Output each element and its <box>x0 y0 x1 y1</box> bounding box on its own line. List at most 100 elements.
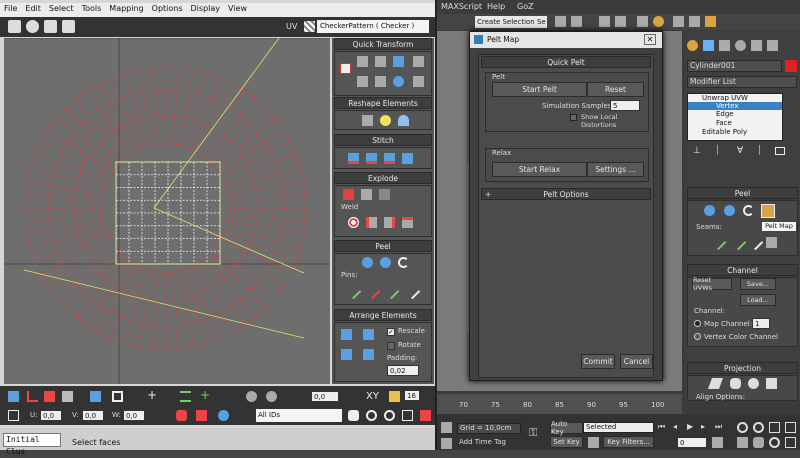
uv-viewport[interactable] <box>4 38 330 384</box>
zoom-selected-icon[interactable] <box>420 410 431 421</box>
channel-rollout-header[interactable]: Channel <box>687 264 798 276</box>
key-filters-button[interactable]: Key Filters... <box>603 436 654 448</box>
key-mode-icon[interactable] <box>588 437 599 448</box>
time-tag-icon[interactable] <box>441 438 452 449</box>
render-setup-icon[interactable] <box>673 16 684 27</box>
box-map-icon[interactable] <box>766 378 777 389</box>
planar-map-icon[interactable] <box>707 378 724 389</box>
utilities-tab-icon[interactable] <box>767 40 778 51</box>
shrink-icon[interactable]: + <box>147 389 158 402</box>
id-dropdown[interactable]: All IDs <box>256 409 342 422</box>
vertex-color-radio[interactable] <box>694 333 701 340</box>
reshape-header[interactable]: Reshape Elements <box>334 97 432 109</box>
nav-zoom-all-icon[interactable] <box>753 422 764 433</box>
pack-rescale-icon[interactable] <box>363 349 374 360</box>
pelt-map-button-icon[interactable] <box>761 204 775 218</box>
selected-dropdown[interactable]: Selected <box>583 422 654 433</box>
cylindrical-map-icon[interactable] <box>730 378 741 389</box>
quick-peel-icon[interactable] <box>362 257 373 268</box>
go-end-icon[interactable]: ⏭ <box>715 422 722 432</box>
nav-maximize-icon[interactable] <box>785 437 796 448</box>
stack-item-vertex[interactable]: Vertex <box>688 102 782 110</box>
pan-icon[interactable] <box>348 410 359 421</box>
texture-dropdown[interactable]: CheckerPattern ( Checker ) <box>317 20 429 33</box>
rescale-checkbox[interactable]: ✓ <box>387 328 395 336</box>
quick-peel-rollout-icon[interactable] <box>704 205 715 216</box>
stack-item-edge[interactable]: Edge <box>688 110 782 119</box>
ring-icon[interactable]: + <box>200 389 211 402</box>
element-mode-icon[interactable] <box>62 391 73 402</box>
menu-help[interactable]: Help <box>487 2 505 11</box>
schematic-icon[interactable] <box>637 16 648 27</box>
set-key-button[interactable]: Set Key <box>550 436 583 448</box>
layer-icon[interactable] <box>599 16 610 27</box>
nav-orbit-icon[interactable] <box>769 437 780 448</box>
nav-extents-all-icon[interactable] <box>785 422 796 433</box>
stitch-custom-icon[interactable] <box>402 153 413 164</box>
hide-icon[interactable] <box>196 410 207 421</box>
pin-edge-icon[interactable] <box>404 283 421 300</box>
distribute-icon[interactable] <box>413 56 424 67</box>
reset-peel-rollout-icon[interactable] <box>743 205 754 216</box>
rotate-checkbox[interactable] <box>387 342 395 350</box>
pin-remove-icon[interactable] <box>364 283 381 300</box>
start-pelt-button[interactable]: Start Pelt <box>492 82 587 97</box>
go-start-icon[interactable]: ⏮ <box>658 422 665 432</box>
uv-mesh-view[interactable] <box>4 38 330 384</box>
padding-input[interactable]: 0,02 <box>387 365 419 376</box>
u-input[interactable]: 0,0 <box>40 410 62 421</box>
motion-tab-icon[interactable] <box>735 40 746 51</box>
weld-all-icon[interactable] <box>402 217 413 228</box>
xy-label[interactable]: XY <box>366 391 379 402</box>
menu-options[interactable]: Options <box>148 3 187 15</box>
scale-tool-icon[interactable] <box>44 20 57 33</box>
stack-item-editable-poly[interactable]: Editable Poly <box>688 128 782 136</box>
mirror-icon[interactable] <box>555 16 566 27</box>
pelt-icon[interactable] <box>380 257 391 268</box>
display-tab-icon[interactable] <box>751 40 762 51</box>
settings-button[interactable]: Settings ... <box>587 162 644 177</box>
stitch-average-icon[interactable] <box>366 153 377 164</box>
menu-maxscript[interactable]: MAXScript <box>441 2 482 11</box>
vertex-mode-icon[interactable] <box>8 391 19 402</box>
nav-extents-icon[interactable] <box>769 422 780 433</box>
time-config-icon[interactable] <box>712 437 723 448</box>
break-icon[interactable] <box>343 189 354 200</box>
stitch-target-icon[interactable] <box>384 153 395 164</box>
soft-select-icon[interactable] <box>266 391 277 402</box>
reset-button[interactable]: Reset <box>587 82 644 97</box>
seam-map-icon[interactable] <box>766 237 777 248</box>
zoom-input[interactable]: 16 <box>404 390 420 401</box>
straighten-icon[interactable] <box>393 56 404 67</box>
pack-custom-icon[interactable] <box>341 349 352 360</box>
show-local-checkbox[interactable] <box>570 114 577 121</box>
pack-normalize-icon[interactable] <box>341 329 352 340</box>
pelt-options-header[interactable]: + Pelt Options <box>481 188 651 200</box>
render-frame-icon[interactable] <box>689 16 700 27</box>
absolute-mode-icon[interactable] <box>8 410 19 421</box>
initial-cluster-field[interactable]: Initial Clus <box>3 433 61 456</box>
explode-header[interactable]: Explode <box>334 172 432 184</box>
rotate-cw-icon[interactable] <box>357 76 368 87</box>
auto-key-button[interactable]: Auto Key <box>550 420 583 436</box>
configure-sets-icon[interactable] <box>775 147 785 155</box>
detach-icon[interactable] <box>379 189 390 200</box>
loop-icon[interactable] <box>180 391 191 402</box>
map-channel-radio[interactable] <box>694 320 701 327</box>
load-button[interactable]: Load... <box>740 294 776 306</box>
checker-icon[interactable] <box>304 21 315 32</box>
stack-item-unwrap[interactable]: Unwrap UVW <box>688 94 782 102</box>
peel-rollout-header[interactable]: Peel <box>687 187 798 199</box>
dialog-close-button[interactable]: ✕ <box>644 34 656 45</box>
render-icon[interactable] <box>705 16 716 27</box>
seam-edge-icon[interactable] <box>730 234 747 251</box>
menu-tools[interactable]: Tools <box>78 3 106 15</box>
curve-editor-icon[interactable] <box>615 16 626 27</box>
seam-point-icon[interactable] <box>710 234 727 251</box>
menu-display[interactable]: Display <box>187 3 225 15</box>
quick-pelt-header[interactable]: Quick Pelt <box>481 56 651 68</box>
menu-select[interactable]: Select <box>45 3 78 15</box>
zoom-icon[interactable] <box>366 410 377 421</box>
modify-tab-icon[interactable] <box>703 40 714 51</box>
key-icon[interactable]: ⚿ <box>529 426 537 440</box>
